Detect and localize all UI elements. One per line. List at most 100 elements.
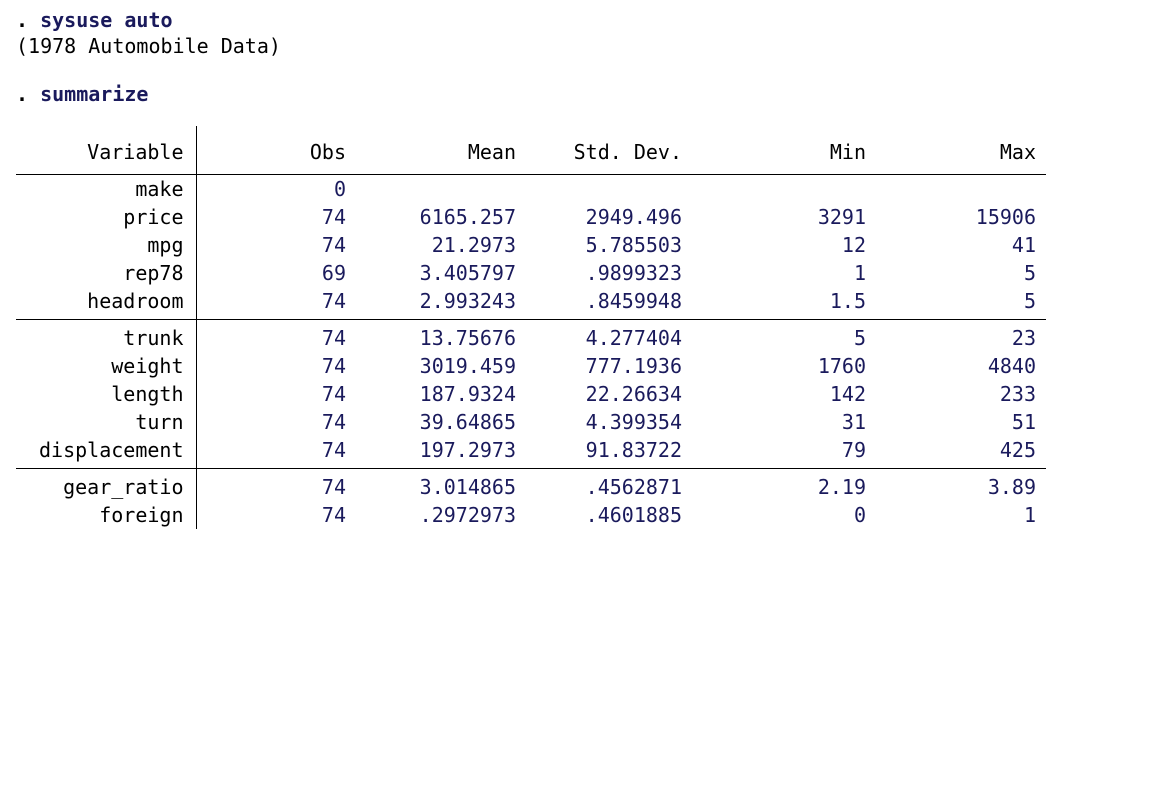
command-summarize: . summarize [16, 82, 1136, 106]
table-row: gear_ratio743.014865.45628712.193.89 [16, 469, 1046, 502]
cell-max: 51 [876, 408, 1046, 436]
summarize-table: Variable Obs Mean Std. Dev. Min Max make… [16, 126, 1046, 529]
table-row: displacement74197.297391.8372279425 [16, 436, 1046, 469]
cell-variable: foreign [16, 501, 196, 529]
cell-max [876, 175, 1046, 204]
cell-obs: 74 [196, 501, 356, 529]
cell-mean [356, 175, 526, 204]
cell-obs: 74 [196, 287, 356, 320]
cell-sd: .4562871 [526, 469, 706, 502]
table-row: turn7439.648654.3993543151 [16, 408, 1046, 436]
cell-variable: rep78 [16, 259, 196, 287]
cell-min: 79 [706, 436, 876, 469]
dataset-label: (1978 Automobile Data) [16, 34, 1136, 58]
cell-min: 1 [706, 259, 876, 287]
cell-max: 425 [876, 436, 1046, 469]
cell-mean: 197.2973 [356, 436, 526, 469]
cell-sd [526, 175, 706, 204]
cell-obs: 74 [196, 320, 356, 353]
cell-obs: 74 [196, 469, 356, 502]
command-prompt: . [16, 8, 40, 32]
table-header-row: Variable Obs Mean Std. Dev. Min Max [16, 126, 1046, 175]
table-row: make0 [16, 175, 1046, 204]
command-text: sysuse auto [40, 8, 172, 32]
cell-sd: 777.1936 [526, 352, 706, 380]
cell-obs: 74 [196, 352, 356, 380]
command-prompt: . [16, 82, 40, 106]
table-row: headroom742.993243.84599481.55 [16, 287, 1046, 320]
cell-variable: mpg [16, 231, 196, 259]
command-text: summarize [40, 82, 148, 106]
table-row: mpg7421.29735.7855031241 [16, 231, 1046, 259]
table-row: rep78693.405797.989932315 [16, 259, 1046, 287]
cell-sd: .8459948 [526, 287, 706, 320]
table-body: make0price746165.2572949.496329115906mpg… [16, 175, 1046, 530]
col-sd: Std. Dev. [526, 126, 706, 175]
cell-max: 1 [876, 501, 1046, 529]
cell-sd: 91.83722 [526, 436, 706, 469]
cell-min: 142 [706, 380, 876, 408]
cell-sd: 4.277404 [526, 320, 706, 353]
cell-max: 5 [876, 287, 1046, 320]
col-variable: Variable [16, 126, 196, 175]
cell-sd: .4601885 [526, 501, 706, 529]
col-max: Max [876, 126, 1046, 175]
cell-variable: length [16, 380, 196, 408]
cell-mean: 3.014865 [356, 469, 526, 502]
cell-sd: 2949.496 [526, 203, 706, 231]
cell-mean: 13.75676 [356, 320, 526, 353]
cell-max: 15906 [876, 203, 1046, 231]
cell-obs: 74 [196, 436, 356, 469]
table-row: length74187.932422.26634142233 [16, 380, 1046, 408]
cell-variable: trunk [16, 320, 196, 353]
cell-mean: 3.405797 [356, 259, 526, 287]
cell-max: 233 [876, 380, 1046, 408]
cell-min [706, 175, 876, 204]
cell-mean: 187.9324 [356, 380, 526, 408]
cell-obs: 74 [196, 408, 356, 436]
cell-min: 3291 [706, 203, 876, 231]
cell-mean: 2.993243 [356, 287, 526, 320]
cell-sd: 22.26634 [526, 380, 706, 408]
cell-mean: 39.64865 [356, 408, 526, 436]
cell-variable: make [16, 175, 196, 204]
cell-variable: weight [16, 352, 196, 380]
cell-max: 23 [876, 320, 1046, 353]
cell-variable: gear_ratio [16, 469, 196, 502]
cell-min: 5 [706, 320, 876, 353]
cell-obs: 74 [196, 231, 356, 259]
cell-mean: 6165.257 [356, 203, 526, 231]
cell-min: 12 [706, 231, 876, 259]
cell-variable: displacement [16, 436, 196, 469]
col-obs: Obs [196, 126, 356, 175]
col-min: Min [706, 126, 876, 175]
table-row: weight743019.459777.193617604840 [16, 352, 1046, 380]
col-mean: Mean [356, 126, 526, 175]
table-row: price746165.2572949.496329115906 [16, 203, 1046, 231]
cell-obs: 69 [196, 259, 356, 287]
table-row: trunk7413.756764.277404523 [16, 320, 1046, 353]
cell-variable: turn [16, 408, 196, 436]
cell-max: 41 [876, 231, 1046, 259]
cell-obs: 74 [196, 203, 356, 231]
cell-min: 2.19 [706, 469, 876, 502]
cell-variable: headroom [16, 287, 196, 320]
cell-min: 0 [706, 501, 876, 529]
cell-min: 1760 [706, 352, 876, 380]
cell-mean: 21.2973 [356, 231, 526, 259]
cell-min: 1.5 [706, 287, 876, 320]
cell-mean: 3019.459 [356, 352, 526, 380]
cell-sd: .9899323 [526, 259, 706, 287]
cell-sd: 4.399354 [526, 408, 706, 436]
cell-max: 3.89 [876, 469, 1046, 502]
cell-max: 4840 [876, 352, 1046, 380]
cell-sd: 5.785503 [526, 231, 706, 259]
cell-variable: price [16, 203, 196, 231]
cell-max: 5 [876, 259, 1046, 287]
cell-obs: 74 [196, 380, 356, 408]
cell-min: 31 [706, 408, 876, 436]
cell-obs: 0 [196, 175, 356, 204]
table-row: foreign74.2972973.460188501 [16, 501, 1046, 529]
cell-mean: .2972973 [356, 501, 526, 529]
command-sysuse: . sysuse auto [16, 8, 1136, 32]
